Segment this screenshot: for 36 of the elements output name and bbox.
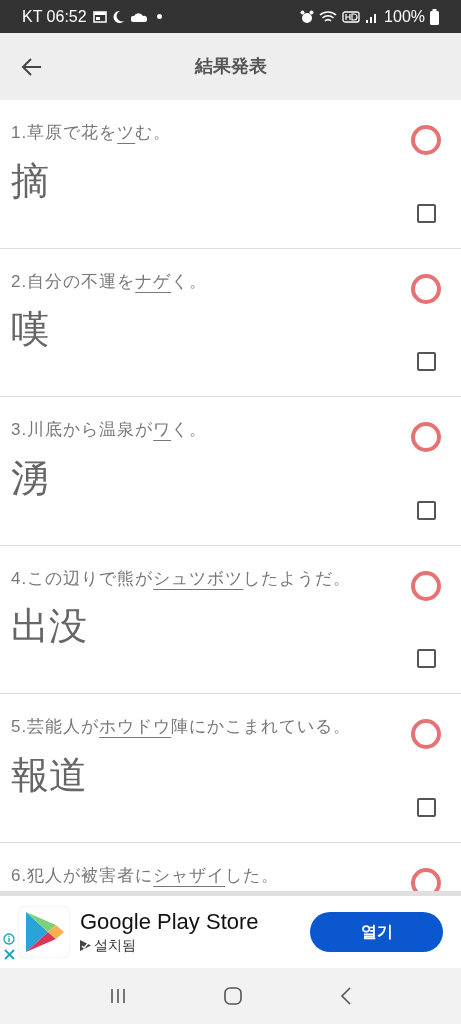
- hd-icon: [342, 10, 361, 23]
- wifi-icon: [319, 9, 338, 24]
- checkbox[interactable]: [416, 797, 436, 817]
- answer-kanji: 嘆: [11, 310, 50, 348]
- info-icon[interactable]: [3, 932, 15, 945]
- question-text: 1.草原で花を ツ む。: [11, 122, 173, 144]
- answer-kanji: 摘: [11, 161, 50, 200]
- screen-title: 結果発表: [194, 55, 267, 78]
- question-text: 3.川底から温泉がワ く。: [11, 419, 209, 441]
- battery-percent: 100%: [384, 6, 425, 27]
- checkbox[interactable]: [416, 649, 436, 668]
- status-time: KT 06:52: [22, 6, 87, 27]
- calendar-icon: [92, 10, 107, 23]
- question-text: 4.この辺りで熊がシュツボツ したようだ。: [11, 567, 353, 590]
- back-icon[interactable]: [340, 987, 353, 1005]
- question-text: 5.芸能人がホウドウ 陣にかこまれている。: [11, 716, 353, 738]
- close-icon[interactable]: [3, 948, 15, 960]
- battery-icon: [430, 8, 439, 25]
- checkbox[interactable]: [416, 352, 436, 371]
- moon-icon: [112, 10, 125, 23]
- checkbox[interactable]: [416, 203, 436, 223]
- cloud-icon: [130, 11, 147, 22]
- question-text: 2.自分の不運をナゲく。: [11, 270, 209, 293]
- app-logo-icon: [18, 906, 70, 958]
- ad-title: Google Play Store: [80, 907, 260, 936]
- home-icon[interactable]: [224, 987, 243, 1005]
- installed-icon: [80, 940, 91, 952]
- answer-kanji: 報道: [11, 755, 88, 794]
- open-button[interactable]: 열기: [310, 912, 443, 952]
- checkbox[interactable]: [416, 500, 436, 520]
- recent-apps-icon[interactable]: [108, 988, 127, 1004]
- alarm-icon: [300, 9, 315, 24]
- question-text: 6.犯人が被害者に シャザイ した。: [11, 864, 281, 887]
- ad-subtitle: 설치됨: [94, 936, 136, 956]
- answer-kanji: 湧: [11, 458, 50, 497]
- answer-kanji: 出没: [11, 607, 88, 645]
